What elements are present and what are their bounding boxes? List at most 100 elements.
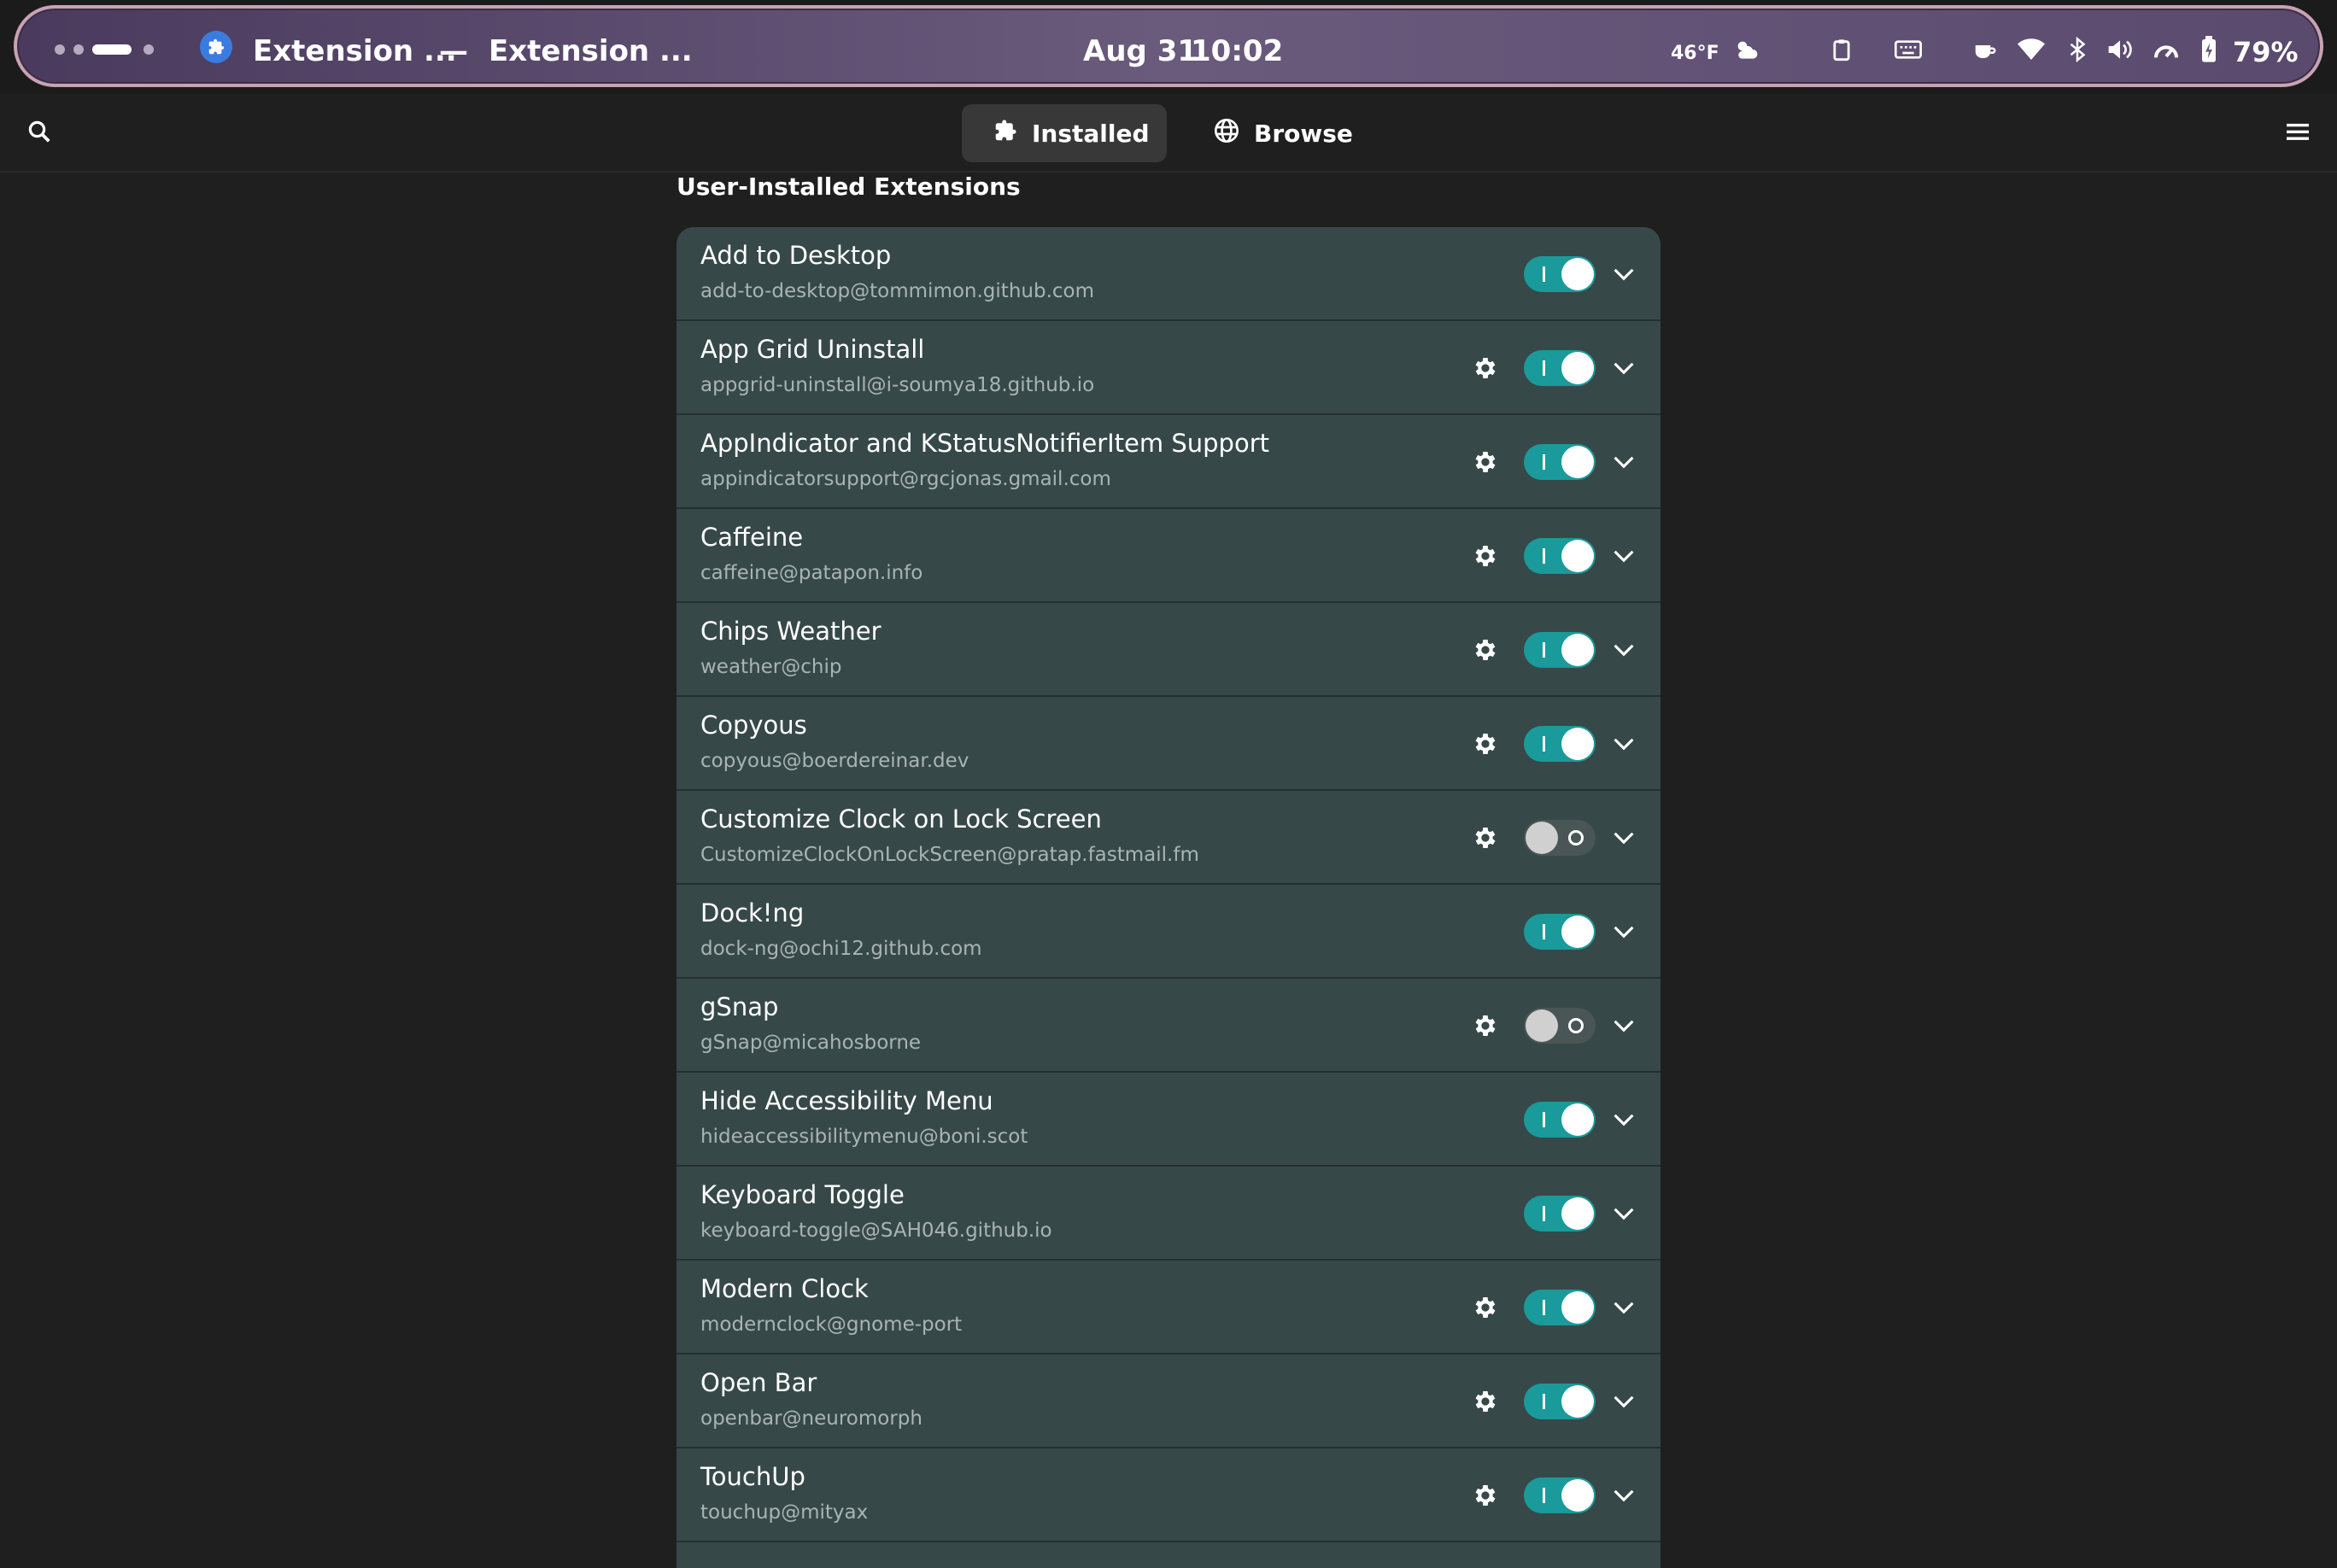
enable-toggle-switch[interactable] <box>1524 350 1596 386</box>
tab-label: Browse <box>1254 119 1353 148</box>
chevron-down-icon[interactable] <box>1609 823 1638 852</box>
system-top-bar: Extension ... — Extension ... Aug 31 10:… <box>0 0 2337 94</box>
enable-toggle-switch[interactable] <box>1524 820 1596 856</box>
chevron-down-icon[interactable] <box>1609 541 1638 570</box>
extension-uuid: dock-ng@ochi12.github.com <box>700 938 982 960</box>
app-title[interactable]: Extension ... <box>253 34 457 68</box>
main-menu-button[interactable] <box>2279 114 2316 152</box>
header-bar: Installed Browse <box>0 94 2337 173</box>
settings-gear-icon[interactable] <box>1469 1479 1502 1512</box>
extension-row[interactable]: Keyboard Toggle keyboard-toggle@SAH046.gi… <box>676 1167 1660 1261</box>
enable-toggle-switch[interactable] <box>1524 1008 1596 1044</box>
extension-row[interactable]: Customize Clock on Lock Screen CustomizeC… <box>676 791 1660 885</box>
enable-toggle-switch[interactable] <box>1524 632 1596 668</box>
settings-gear-icon[interactable] <box>1469 728 1502 760</box>
time-label[interactable]: 10:02 <box>1191 34 1283 68</box>
settings-gear-icon[interactable] <box>1469 1291 1502 1324</box>
clipboard-icon[interactable] <box>1826 34 1857 65</box>
power-mode-icon[interactable] <box>2151 34 2182 65</box>
chevron-down-icon[interactable] <box>1609 635 1638 664</box>
extension-name: Modern Clock <box>700 1274 869 1303</box>
settings-gear-icon[interactable] <box>1469 446 1502 478</box>
bluetooth-icon[interactable] <box>2062 34 2093 65</box>
window-title[interactable]: Extension ... <box>489 34 693 68</box>
temperature-label[interactable]: 46°F <box>1671 43 1719 64</box>
battery-percent[interactable]: 79% <box>2233 36 2299 68</box>
extension-uuid: touchup@mityax <box>700 1501 869 1524</box>
settings-gear-icon[interactable] <box>1469 540 1502 572</box>
extension-name: gSnap <box>700 992 779 1021</box>
chevron-down-icon[interactable] <box>1609 1105 1638 1134</box>
enable-toggle-switch[interactable] <box>1524 1290 1596 1325</box>
chevron-down-icon[interactable] <box>1609 260 1638 289</box>
extension-row[interactable]: gSnap gSnap@micahosborne <box>676 979 1660 1073</box>
section-title: User-Installed Extensions <box>676 173 1021 201</box>
date-label[interactable]: Aug 31 <box>1083 34 1198 68</box>
enable-toggle-switch[interactable] <box>1524 1384 1596 1419</box>
extension-row[interactable]: Add to Desktop add-to-desktop@tommimon.gi… <box>676 227 1660 321</box>
extension-row[interactable]: Hide Accessibility Menu hideaccessibility… <box>676 1073 1660 1167</box>
chevron-down-icon[interactable] <box>1609 448 1638 477</box>
extension-name: Open Bar <box>700 1368 817 1397</box>
keyboard-icon[interactable] <box>1893 34 1924 65</box>
panel: Extension ... — Extension ... Aug 31 10:… <box>14 5 2323 87</box>
extension-row[interactable]: Dock!ng dock-ng@ochi12.github.com <box>676 885 1660 979</box>
extension-row[interactable]: App Grid Uninstall appgrid-uninstall@i-so… <box>676 321 1660 415</box>
chevron-down-icon[interactable] <box>1609 354 1638 383</box>
chevron-down-icon[interactable] <box>1609 1199 1638 1228</box>
extension-list: Add to Desktop add-to-desktop@tommimon.gi… <box>676 227 1660 1568</box>
enable-toggle-switch[interactable] <box>1524 1102 1596 1138</box>
extension-row[interactable]: Copyous copyous@boerdereinar.dev <box>676 697 1660 791</box>
extension-name: Add to Desktop <box>700 241 892 270</box>
settings-gear-icon[interactable] <box>1469 822 1502 854</box>
extension-uuid: add-to-desktop@tommimon.github.com <box>700 280 1094 302</box>
extension-name: Hide Accessibility Menu <box>700 1086 993 1115</box>
enable-toggle-switch[interactable] <box>1524 1477 1596 1513</box>
chevron-down-icon[interactable] <box>1609 1011 1638 1040</box>
enable-toggle-switch[interactable] <box>1524 726 1596 762</box>
search-button[interactable] <box>20 114 58 152</box>
settings-gear-icon[interactable] <box>1469 634 1502 666</box>
extension-uuid: modernclock@gnome-port <box>700 1313 963 1336</box>
tab-browse[interactable]: Browse <box>1182 104 1363 162</box>
enable-toggle-switch[interactable] <box>1524 1196 1596 1232</box>
workspace-dot[interactable] <box>144 44 154 55</box>
chevron-down-icon[interactable] <box>1609 917 1638 946</box>
weather-icon[interactable] <box>1731 34 1761 65</box>
tab-installed[interactable]: Installed <box>962 104 1167 162</box>
volume-icon[interactable] <box>2105 34 2135 65</box>
extension-row[interactable]: Chips Weather weather@chip <box>676 603 1660 697</box>
workspace-dot[interactable] <box>55 44 65 55</box>
extension-uuid: openbar@neuromorph <box>700 1407 922 1430</box>
extension-uuid: hideaccessibilitymenu@boni.scot <box>700 1126 1028 1148</box>
extension-name: Customize Clock on Lock Screen <box>700 804 1102 834</box>
battery-icon[interactable] <box>2194 34 2224 65</box>
chevron-down-icon[interactable] <box>1609 1481 1638 1510</box>
enable-toggle-switch[interactable] <box>1524 256 1596 292</box>
enable-toggle-switch[interactable] <box>1524 538 1596 574</box>
enable-toggle-switch[interactable] <box>1524 914 1596 950</box>
chevron-down-icon[interactable] <box>1609 1387 1638 1416</box>
extension-uuid: copyous@boerdereinar.dev <box>700 750 969 772</box>
wifi-icon[interactable] <box>2016 34 2047 65</box>
extensions-app-icon[interactable] <box>200 31 232 63</box>
extension-row[interactable]: Modern Clock modernclock@gnome-port <box>676 1261 1660 1354</box>
enable-toggle-switch[interactable] <box>1524 444 1596 480</box>
globe-icon <box>1213 117 1240 150</box>
puzzle-icon <box>993 118 1018 149</box>
extension-name: App Grid Uninstall <box>700 335 925 364</box>
chevron-down-icon[interactable] <box>1609 729 1638 758</box>
settings-gear-icon[interactable] <box>1469 1009 1502 1042</box>
chevron-down-icon[interactable] <box>1609 1293 1638 1322</box>
caffeine-cup-icon[interactable] <box>1970 34 2000 65</box>
workspace-dot[interactable] <box>73 44 84 55</box>
extension-row[interactable]: AppIndicator and KStatusNotifierItem Sup… <box>676 415 1660 509</box>
extension-row[interactable]: TouchUp touchup@mityax <box>676 1448 1660 1542</box>
settings-gear-icon[interactable] <box>1469 352 1502 384</box>
settings-gear-icon[interactable] <box>1469 1385 1502 1418</box>
extension-name: Chips Weather <box>700 617 882 646</box>
extension-uuid: appindicatorsupport@rgcjonas.gmail.com <box>700 468 1111 490</box>
extension-row[interactable]: Open Bar openbar@neuromorph <box>676 1354 1660 1448</box>
extension-row[interactable]: Caffeine caffeine@patapon.info <box>676 509 1660 603</box>
workspace-active-pill[interactable] <box>92 44 132 55</box>
